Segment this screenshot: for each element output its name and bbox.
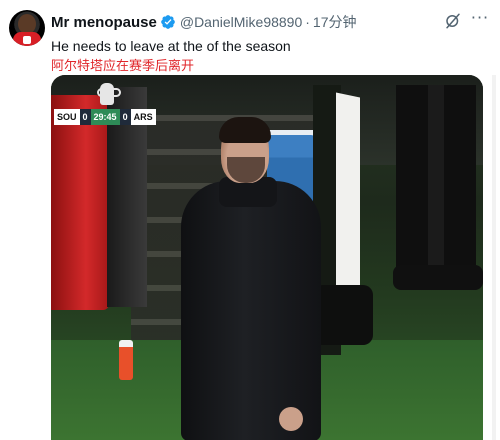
manager-hair bbox=[219, 117, 271, 143]
right-edge bbox=[492, 75, 496, 440]
tweet-text: He needs to leave at the of the season bbox=[51, 38, 291, 54]
tweet-header: Mr menopause @DanielMike98890 · 17分钟 bbox=[51, 12, 357, 32]
official-boots bbox=[393, 265, 483, 290]
avatar-face bbox=[18, 14, 36, 34]
manager-hand bbox=[279, 407, 303, 431]
red-dugout-seat bbox=[51, 95, 109, 310]
water-bottle bbox=[119, 340, 133, 380]
post-time[interactable]: 17分钟 bbox=[313, 12, 357, 32]
away-team: ARS bbox=[130, 109, 156, 125]
away-score: 0 bbox=[119, 109, 131, 125]
manager-figure bbox=[181, 115, 321, 440]
home-team: SOU bbox=[54, 109, 80, 125]
manager-coat bbox=[181, 181, 321, 440]
more-options-icon[interactable]: ··· bbox=[469, 9, 491, 31]
scoreboard: SOU 0 29:45 0 ARS bbox=[54, 109, 156, 125]
official-legs bbox=[396, 85, 476, 285]
author-name[interactable]: Mr menopause bbox=[51, 14, 157, 31]
black-bag bbox=[313, 285, 373, 345]
tweet: Mr menopause @DanielMike98890 · 17分钟 ···… bbox=[0, 0, 500, 440]
grok-icon[interactable] bbox=[444, 12, 462, 30]
home-score: 0 bbox=[79, 109, 91, 125]
tweet-video[interactable]: SOU 0 29:45 0 ARS bbox=[51, 75, 483, 440]
separator-dot: · bbox=[305, 14, 310, 30]
author-handle[interactable]: @DanielMike98890 bbox=[180, 14, 302, 30]
fa-cup-logo-icon bbox=[97, 83, 121, 105]
author-avatar[interactable] bbox=[9, 10, 45, 46]
verified-badge-icon bbox=[161, 15, 175, 29]
match-clock: 29:45 bbox=[90, 109, 120, 125]
tweet-translation: 阿尔特塔应在赛季后离开 bbox=[51, 59, 195, 74]
avatar-shirt bbox=[13, 32, 41, 46]
